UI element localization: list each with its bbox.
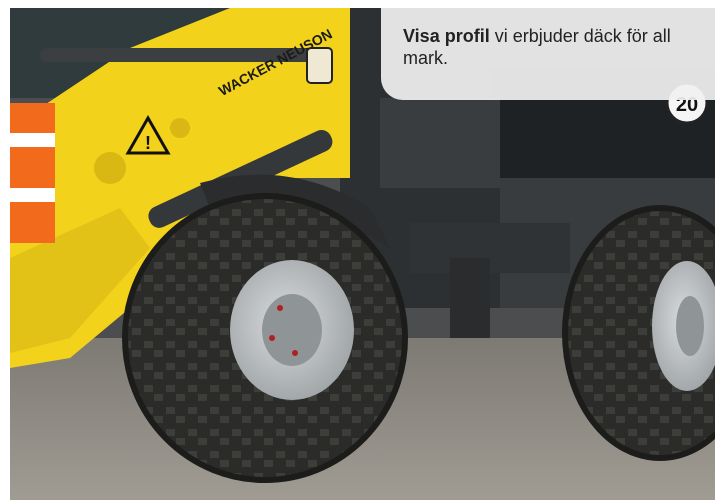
front-tyre <box>122 193 408 483</box>
svg-text:!: ! <box>145 133 151 153</box>
visa-profil-link[interactable]: Visa profil <box>403 26 490 46</box>
caption-card: Visa profil vi erbjuder däck för all mar… <box>381 8 715 100</box>
